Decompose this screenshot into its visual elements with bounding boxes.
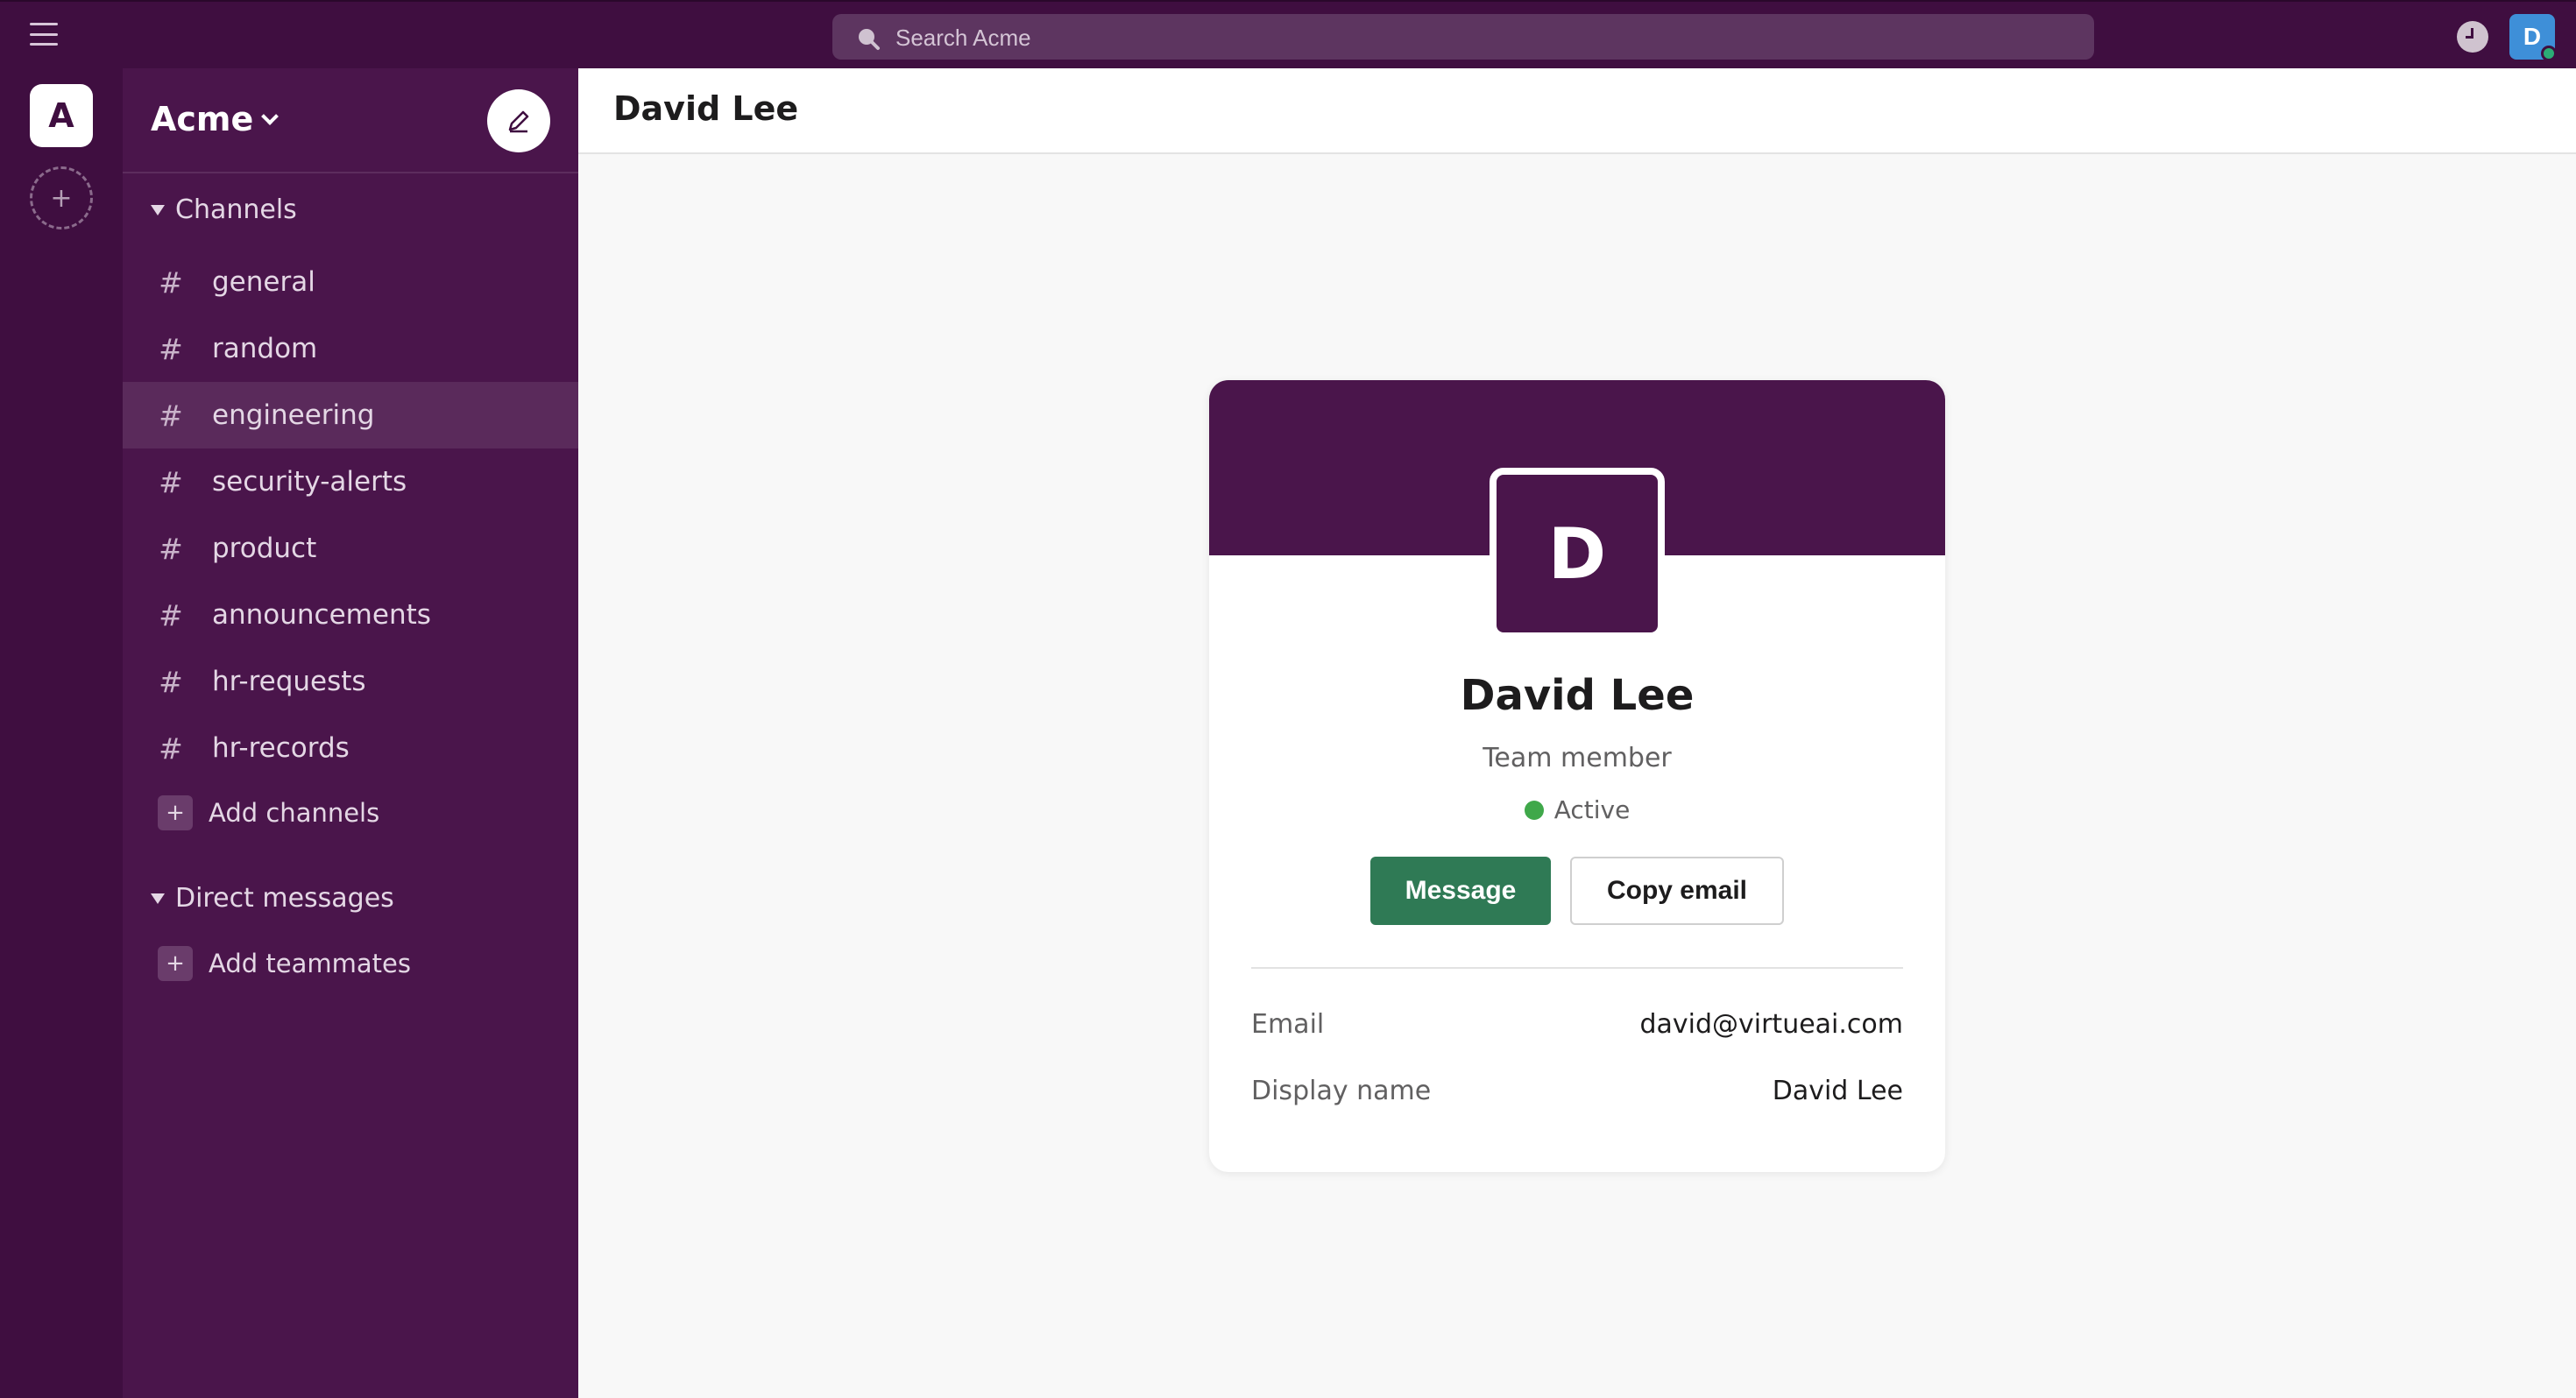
sidebar-item-product[interactable]: # product [123, 515, 578, 582]
profile-status: Active [1209, 795, 1945, 824]
compose-button[interactable] [487, 89, 550, 152]
add-teammates-button[interactable]: + Add teammates [158, 946, 411, 981]
sidebar-item-hr-requests[interactable]: # hr-requests [123, 648, 578, 715]
direct-messages-section-toggle[interactable]: Direct messages [151, 883, 394, 914]
sidebar-item-random[interactable]: # random [123, 315, 578, 382]
compose-icon [508, 110, 529, 133]
sidebar-item-label: engineering [212, 399, 375, 431]
plus-icon: + [158, 946, 193, 981]
presence-indicator [2541, 46, 2557, 61]
search-icon [859, 29, 880, 50]
top-bar: Search Acme D [0, 0, 2576, 68]
profile-avatar: D [1490, 468, 1665, 639]
sidebar-item-engineering[interactable]: # engineering [123, 382, 578, 448]
page-title: David Lee [613, 89, 799, 128]
hash-icon: # [159, 398, 183, 433]
workspace-menu[interactable]: Acme [151, 100, 280, 138]
channels-section-toggle[interactable]: Channels [151, 194, 297, 225]
chevron-down-icon [261, 108, 280, 125]
email-value: david@virtueai.com [1639, 1009, 1903, 1040]
status-label: Active [1553, 795, 1631, 824]
display-name-value: David Lee [1772, 1076, 1903, 1106]
caret-down-icon [151, 204, 165, 215]
hash-icon: # [159, 664, 183, 699]
hash-icon: # [159, 731, 183, 766]
active-status-icon [1524, 800, 1544, 820]
hash-icon: # [159, 331, 183, 366]
sidebar-item-label: announcements [212, 599, 431, 631]
add-channels-button[interactable]: + Add channels [158, 795, 379, 830]
search-bar[interactable]: Search Acme [832, 14, 2094, 60]
sidebar-header: Acme [123, 68, 578, 173]
profile-card: D David Lee Team member Active Message C… [1209, 380, 1945, 1172]
workspace-rail: A + [0, 68, 123, 1398]
sidebar-item-label: hr-records [212, 732, 350, 764]
add-channels-label: Add channels [209, 798, 380, 828]
hash-icon: # [159, 464, 183, 499]
divider [1251, 967, 1903, 969]
sidebar-item-hr-records[interactable]: # hr-records [123, 715, 578, 781]
menu-icon[interactable] [30, 23, 58, 46]
workspace-switcher-acme[interactable]: A [30, 84, 93, 147]
hash-icon: # [159, 531, 183, 566]
message-button[interactable]: Message [1370, 857, 1551, 925]
workspace-name: Acme [151, 100, 254, 138]
plus-icon: + [158, 795, 193, 830]
sidebar-item-announcements[interactable]: # announcements [123, 582, 578, 648]
profile-role: Team member [1483, 743, 1672, 773]
sidebar-item-label: general [212, 266, 315, 298]
profile-name: David Lee [1460, 671, 1695, 720]
add-teammates-label: Add teammates [209, 949, 411, 978]
caret-down-icon [151, 893, 165, 904]
display-name-label: Display name [1251, 1076, 1432, 1106]
sidebar-item-general[interactable]: # general [123, 249, 578, 315]
sidebar-item-label: product [212, 533, 317, 564]
main-header: David Lee [578, 68, 2576, 154]
channel-sidebar: Acme Channels # general # random # engin… [123, 68, 578, 1398]
sidebar-item-label: hr-requests [212, 666, 366, 697]
channels-header: Channels [175, 194, 297, 225]
add-workspace-button[interactable]: + [30, 166, 93, 229]
copy-email-button[interactable]: Copy email [1570, 857, 1784, 925]
search-placeholder: Search Acme [895, 25, 1031, 51]
sidebar-item-label: random [212, 333, 318, 364]
direct-messages-header: Direct messages [175, 883, 394, 914]
email-label: Email [1251, 1009, 1325, 1040]
sidebar-item-label: security-alerts [212, 466, 407, 498]
hash-icon: # [159, 265, 183, 300]
history-icon[interactable] [2457, 21, 2488, 53]
hash-icon: # [159, 597, 183, 632]
sidebar-item-security-alerts[interactable]: # security-alerts [123, 448, 578, 515]
